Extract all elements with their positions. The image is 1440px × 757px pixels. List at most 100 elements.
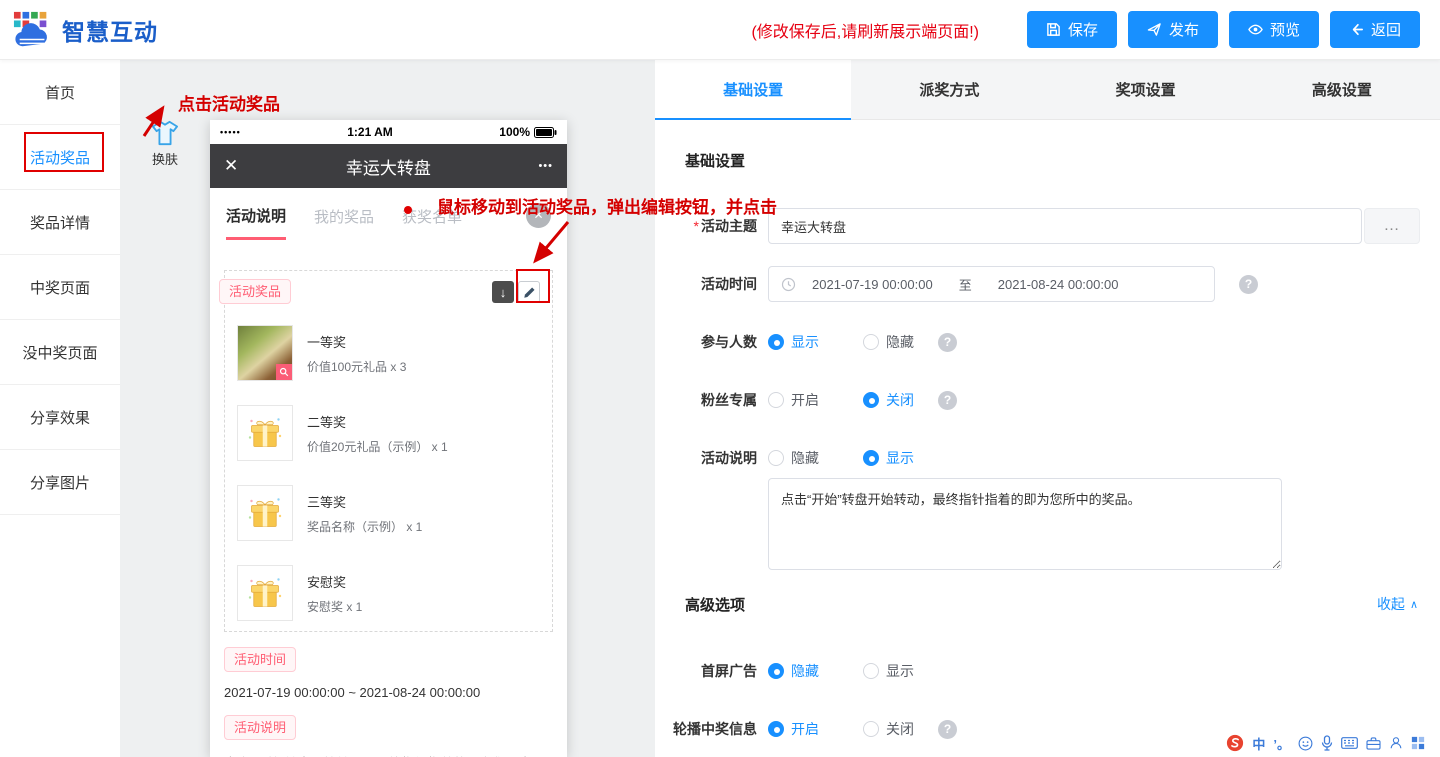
radio-hide[interactable]: 隐藏: [863, 332, 914, 352]
time-range-picker[interactable]: 2021-07-19 00:00:00 至 2021-08-24 00:00:0…: [768, 266, 1215, 302]
preview-button[interactable]: 预览: [1229, 11, 1319, 48]
settings-panel: 基础设置 派奖方式 奖项设置 高级设置 基础设置 *活动主题 …: [655, 60, 1440, 757]
app: 智慧互动 (修改保存后,请刷新展示端页面!) 保存 发布: [0, 0, 1440, 757]
tab-label: 基础设置: [723, 79, 783, 100]
prize-name: 安慰奖: [307, 572, 362, 591]
prize-desc: 安慰奖 x 1: [307, 598, 362, 615]
magnifier-badge-icon[interactable]: [276, 364, 292, 380]
radio-show[interactable]: 显示: [768, 332, 819, 352]
move-down-button[interactable]: ↓: [492, 281, 514, 303]
field-label: 粉丝专属: [671, 390, 757, 410]
change-skin-label: 换肤: [152, 149, 178, 168]
tab-label: 派奖方式: [919, 79, 979, 100]
time-end: 2021-08-24 00:00:00: [998, 277, 1119, 292]
brand[interactable]: 智慧互动: [12, 10, 158, 50]
sidebar-item-win-page[interactable]: 中奖页面: [0, 255, 120, 320]
theme-more-button[interactable]: …: [1364, 208, 1420, 244]
activity-theme-input[interactable]: [768, 208, 1362, 244]
radio-dot: [863, 334, 879, 350]
radio-dot: [768, 663, 784, 679]
radio-dot: [863, 450, 879, 466]
help-icon[interactable]: ?: [938, 720, 957, 739]
sidebar-item-home[interactable]: 首页: [0, 60, 120, 125]
phone-nav-title: 幸运大转盘: [238, 154, 538, 179]
ellipsis-icon: …: [1384, 217, 1401, 235]
tab-basic-settings[interactable]: 基础设置: [655, 60, 851, 120]
sidebar-item-prize-details[interactable]: 奖品详情: [0, 190, 120, 255]
publish-button[interactable]: 发布: [1128, 11, 1218, 48]
tab-advanced-settings[interactable]: 高级设置: [1244, 60, 1440, 120]
fans-radio-group: 开启 关闭: [768, 390, 914, 410]
gift-icon: [244, 572, 286, 614]
ime-language-toggle[interactable]: 中: [1252, 734, 1265, 752]
user-icon[interactable]: [1389, 734, 1403, 752]
radio-off[interactable]: 关闭: [863, 719, 914, 739]
radio-on[interactable]: 开启: [768, 390, 819, 410]
sidebar-item-share-effect[interactable]: 分享效果: [0, 385, 120, 450]
tab-label: 高级设置: [1312, 79, 1372, 100]
prize-photo: [237, 565, 293, 621]
basic-settings-heading: 基础设置: [655, 150, 1440, 170]
field-label: 活动时间: [671, 274, 757, 294]
radio-dot: [863, 721, 879, 737]
prize-block-actions: ↓: [492, 281, 540, 303]
prize-row: 安慰奖 安慰奖 x 1: [237, 565, 540, 621]
participants-radio-group: 显示 隐藏: [768, 332, 914, 352]
mic-icon[interactable]: [1321, 734, 1333, 752]
edit-button[interactable]: [518, 281, 540, 303]
advanced-options-heading: 高级选项: [685, 594, 745, 615]
radio-show[interactable]: 显示: [863, 448, 914, 468]
sogou-logo-icon[interactable]: [1226, 734, 1244, 752]
help-icon[interactable]: ?: [938, 333, 957, 352]
settings-tabs: 基础设置 派奖方式 奖项设置 高级设置: [655, 60, 1440, 120]
radio-dot: [768, 721, 784, 737]
toolbox-icon[interactable]: [1366, 734, 1381, 752]
chevron-up-icon: ∧: [1410, 598, 1418, 611]
menu-dots-icon[interactable]: •••: [538, 160, 553, 172]
phone-tab-activity-desc[interactable]: 活动说明: [226, 191, 286, 240]
keyboard-icon[interactable]: [1341, 734, 1358, 752]
help-icon[interactable]: ?: [938, 391, 957, 410]
save-button[interactable]: 保存: [1027, 11, 1117, 48]
prize-text: 安慰奖 安慰奖 x 1: [307, 572, 362, 615]
time-start: 2021-07-19 00:00:00: [812, 277, 933, 292]
radio-on[interactable]: 开启: [768, 719, 819, 739]
radio-off[interactable]: 关闭: [863, 390, 914, 410]
ime-punctuation-toggle[interactable]: ’。: [1273, 734, 1290, 752]
back-button[interactable]: 返回: [1330, 11, 1420, 48]
sidebar-item-label: 中奖页面: [30, 277, 90, 298]
sidebar-item-no-win-page[interactable]: 没中奖页面: [0, 320, 120, 385]
help-icon[interactable]: ?: [1239, 275, 1258, 294]
activity-desc-textarea[interactable]: 点击“开始”转盘开始转动，最终指针指着的即为您所中的奖品。: [768, 478, 1282, 570]
sidebar-item-label: 奖品详情: [30, 212, 90, 233]
tab-prize-settings[interactable]: 奖项设置: [1048, 60, 1244, 120]
preview-icon: [1248, 22, 1263, 37]
field-participants: 参与人数 显示 隐藏 ?: [655, 324, 1440, 360]
prize-photo: [237, 485, 293, 541]
radio-hide[interactable]: 隐藏: [768, 661, 819, 681]
sidebar-item-activity-prizes[interactable]: 活动奖品: [0, 125, 120, 190]
statusbar-time: 1:21 AM: [241, 125, 500, 139]
prize-text: 三等奖 奖品名称（示例） x 1: [307, 492, 422, 535]
collapse-button[interactable]: 收起 ∧: [1377, 594, 1418, 614]
prize-name: 一等奖: [307, 332, 406, 351]
phone-tab-my-prizes[interactable]: 我的奖品: [314, 192, 374, 238]
annotation-note-click-prizes: 点击活动奖品: [178, 90, 280, 115]
field-label: 参与人数: [671, 332, 757, 352]
prize-desc: 价值100元礼品 x 3: [307, 358, 406, 375]
sidebar-item-share-image[interactable]: 分享图片: [0, 450, 120, 515]
activity-time-value: 2021-07-19 00:00:00 ~ 2021-08-24 00:00:0…: [224, 685, 553, 700]
close-icon[interactable]: ✕: [224, 156, 238, 176]
change-skin-button[interactable]: 换肤: [150, 120, 180, 168]
tab-label: 奖项设置: [1116, 79, 1176, 100]
emoji-icon[interactable]: [1298, 734, 1313, 752]
radio-show[interactable]: 显示: [863, 661, 914, 681]
grid-icon[interactable]: [1411, 734, 1425, 752]
sidebar-item-label: 活动奖品: [30, 147, 90, 168]
radio-hide[interactable]: 隐藏: [768, 448, 819, 468]
back-button-label: 返回: [1371, 19, 1401, 40]
tab-award-method[interactable]: 派奖方式: [851, 60, 1047, 120]
prize-photo: [237, 405, 293, 461]
phone-statusbar: ••••• 1:21 AM 100%: [210, 120, 567, 144]
time-section-tag: 活动时间: [224, 647, 296, 672]
